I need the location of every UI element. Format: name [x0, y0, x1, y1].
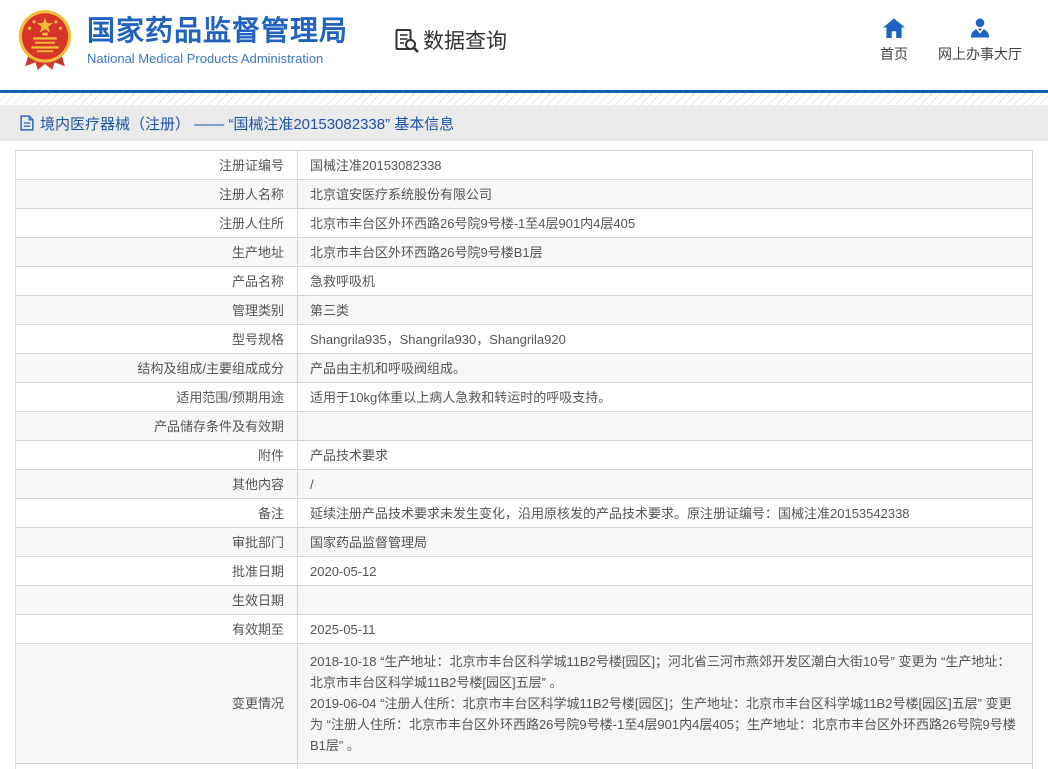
row-value: Shangrila935，Shangrila930，Shangrila920	[297, 325, 1032, 353]
row-value: 2025-05-11	[297, 615, 1032, 643]
row-label: 变更情况	[16, 644, 297, 763]
nav-item-home[interactable]: 首页	[880, 17, 908, 64]
row-label: 生效日期	[16, 586, 297, 614]
row-value: 北京谊安医疗系统股份有限公司	[297, 180, 1032, 208]
row-label: 产品储存条件及有效期	[16, 412, 297, 440]
row-label: 批准日期	[16, 557, 297, 585]
nav-label-home: 首页	[880, 44, 908, 64]
registration-info-table: 注册证编号 国械注准20153082338 注册人名称 北京谊安医疗系统股份有限…	[15, 150, 1033, 769]
table-row-other-content: 其他内容 /	[16, 470, 1032, 499]
change-entry-1: 2018-10-18 “生产地址：北京市丰台区科学城11B2号楼[园区]；河北省…	[310, 651, 1020, 693]
row-label: 注册人住所	[16, 209, 297, 237]
home-icon	[882, 17, 906, 39]
row-value: 产品由主机和呼吸阀组成。	[297, 354, 1032, 382]
table-row-attachment: 附件 产品技术要求	[16, 441, 1032, 470]
row-value: 2020-05-12	[297, 557, 1032, 585]
row-value: 国械注准20153082338	[297, 151, 1032, 179]
page-title: 境内医疗器械（注册） —— “国械注准20153082338” 基本信息	[40, 113, 454, 134]
row-label: 有效期至	[16, 615, 297, 643]
document-icon	[20, 115, 34, 131]
org-names: 国家药品监督管理局 National Medical Products Admi…	[87, 15, 348, 66]
table-row-registrant-address: 注册人住所 北京市丰台区外环西路26号院9号楼-1至4层901内4层405	[16, 209, 1032, 238]
user-icon	[969, 17, 991, 39]
change-entry-2: 2019-06-04 “注册人住所：北京市丰台区科学城11B2号楼[园区]；生产…	[310, 693, 1020, 756]
row-value: 详情	[297, 764, 1032, 769]
main-content: 注册证编号 国械注准20153082338 注册人名称 北京谊安医疗系统股份有限…	[0, 141, 1048, 769]
row-value	[297, 586, 1032, 614]
table-row-effective-date: 生效日期	[16, 586, 1032, 615]
row-value: 适用于10kg体重以上病人急救和转运时的呼吸支持。	[297, 383, 1032, 411]
row-value: 2018-10-18 “生产地址：北京市丰台区科学城11B2号楼[园区]；河北省…	[297, 644, 1032, 763]
site-logo[interactable]: 国家药品监督管理局 National Medical Products Admi…	[16, 9, 348, 71]
org-name-en: National Medical Products Administration	[87, 51, 348, 66]
table-row-change-history: 变更情况 2018-10-18 “生产地址：北京市丰台区科学城11B2号楼[园区…	[16, 644, 1032, 764]
table-row-remarks: 备注 延续注册产品技术要求未发生变化，沿用原核发的产品技术要求。原注册证编号：国…	[16, 499, 1032, 528]
row-value: /	[297, 470, 1032, 498]
table-row-structure-composition: 结构及组成/主要组成成分 产品由主机和呼吸阀组成。	[16, 354, 1032, 383]
table-row-registrant-name: 注册人名称 北京谊安医疗系统股份有限公司	[16, 180, 1032, 209]
row-label: 审批部门	[16, 528, 297, 556]
table-row-approval-department: 审批部门 国家药品监督管理局	[16, 528, 1032, 557]
row-label: 其他内容	[16, 470, 297, 498]
table-row-intended-use: 适用范围/预期用途 适用于10kg体重以上病人急救和转运时的呼吸支持。	[16, 383, 1032, 412]
row-value: 第三类	[297, 296, 1032, 324]
row-label: 产品名称	[16, 267, 297, 295]
table-row-approval-date: 批准日期 2020-05-12	[16, 557, 1032, 586]
decorative-stripe-band	[0, 93, 1048, 105]
table-row-storage-conditions: 产品储存条件及有效期	[16, 412, 1032, 441]
row-value: 延续注册产品技术要求未发生变化，沿用原核发的产品技术要求。原注册证编号：国械注准…	[297, 499, 1032, 527]
row-label: 适用范围/预期用途	[16, 383, 297, 411]
table-row-product-name: 产品名称 急救呼吸机	[16, 267, 1032, 296]
row-value: 北京市丰台区外环西路26号院9号楼-1至4层901内4层405	[297, 209, 1032, 237]
data-query-label: 数据查询	[423, 25, 507, 55]
table-row-reg-cert-no: 注册证编号 国械注准20153082338	[16, 151, 1032, 180]
table-row-note: 注 详情	[16, 764, 1032, 769]
row-label: 备注	[16, 499, 297, 527]
table-row-valid-until: 有效期至 2025-05-11	[16, 615, 1032, 644]
table-row-production-address: 生产地址 北京市丰台区外环西路26号院9号楼B1层	[16, 238, 1032, 267]
national-emblem-icon	[16, 9, 74, 71]
row-label: 生产地址	[16, 238, 297, 266]
table-row-model-spec: 型号规格 Shangrila935，Shangrila930，Shangrila…	[16, 325, 1032, 354]
data-query-icon	[392, 27, 419, 54]
nav-label-service-hall: 网上办事大厅	[938, 44, 1022, 64]
row-value: 急救呼吸机	[297, 267, 1032, 295]
nav-item-service-hall[interactable]: 网上办事大厅	[938, 17, 1022, 64]
data-query-section[interactable]: 数据查询	[392, 25, 507, 55]
row-label: 结构及组成/主要组成成分	[16, 354, 297, 382]
row-label: 型号规格	[16, 325, 297, 353]
row-label: 注	[16, 764, 297, 769]
table-row-management-class: 管理类别 第三类	[16, 296, 1032, 325]
row-value: 产品技术要求	[297, 441, 1032, 469]
row-label: 注册证编号	[16, 151, 297, 179]
row-value: 北京市丰台区外环西路26号院9号楼B1层	[297, 238, 1032, 266]
site-header: 国家药品监督管理局 National Medical Products Admi…	[0, 0, 1048, 93]
row-label: 注册人名称	[16, 180, 297, 208]
row-label: 管理类别	[16, 296, 297, 324]
row-value	[297, 412, 1032, 440]
top-nav: 首页 网上办事大厅	[880, 17, 1022, 64]
row-value: 国家药品监督管理局	[297, 528, 1032, 556]
row-label: 附件	[16, 441, 297, 469]
org-name-zh: 国家药品监督管理局	[87, 15, 348, 47]
breadcrumb: 境内医疗器械（注册） —— “国械注准20153082338” 基本信息	[0, 105, 1048, 141]
